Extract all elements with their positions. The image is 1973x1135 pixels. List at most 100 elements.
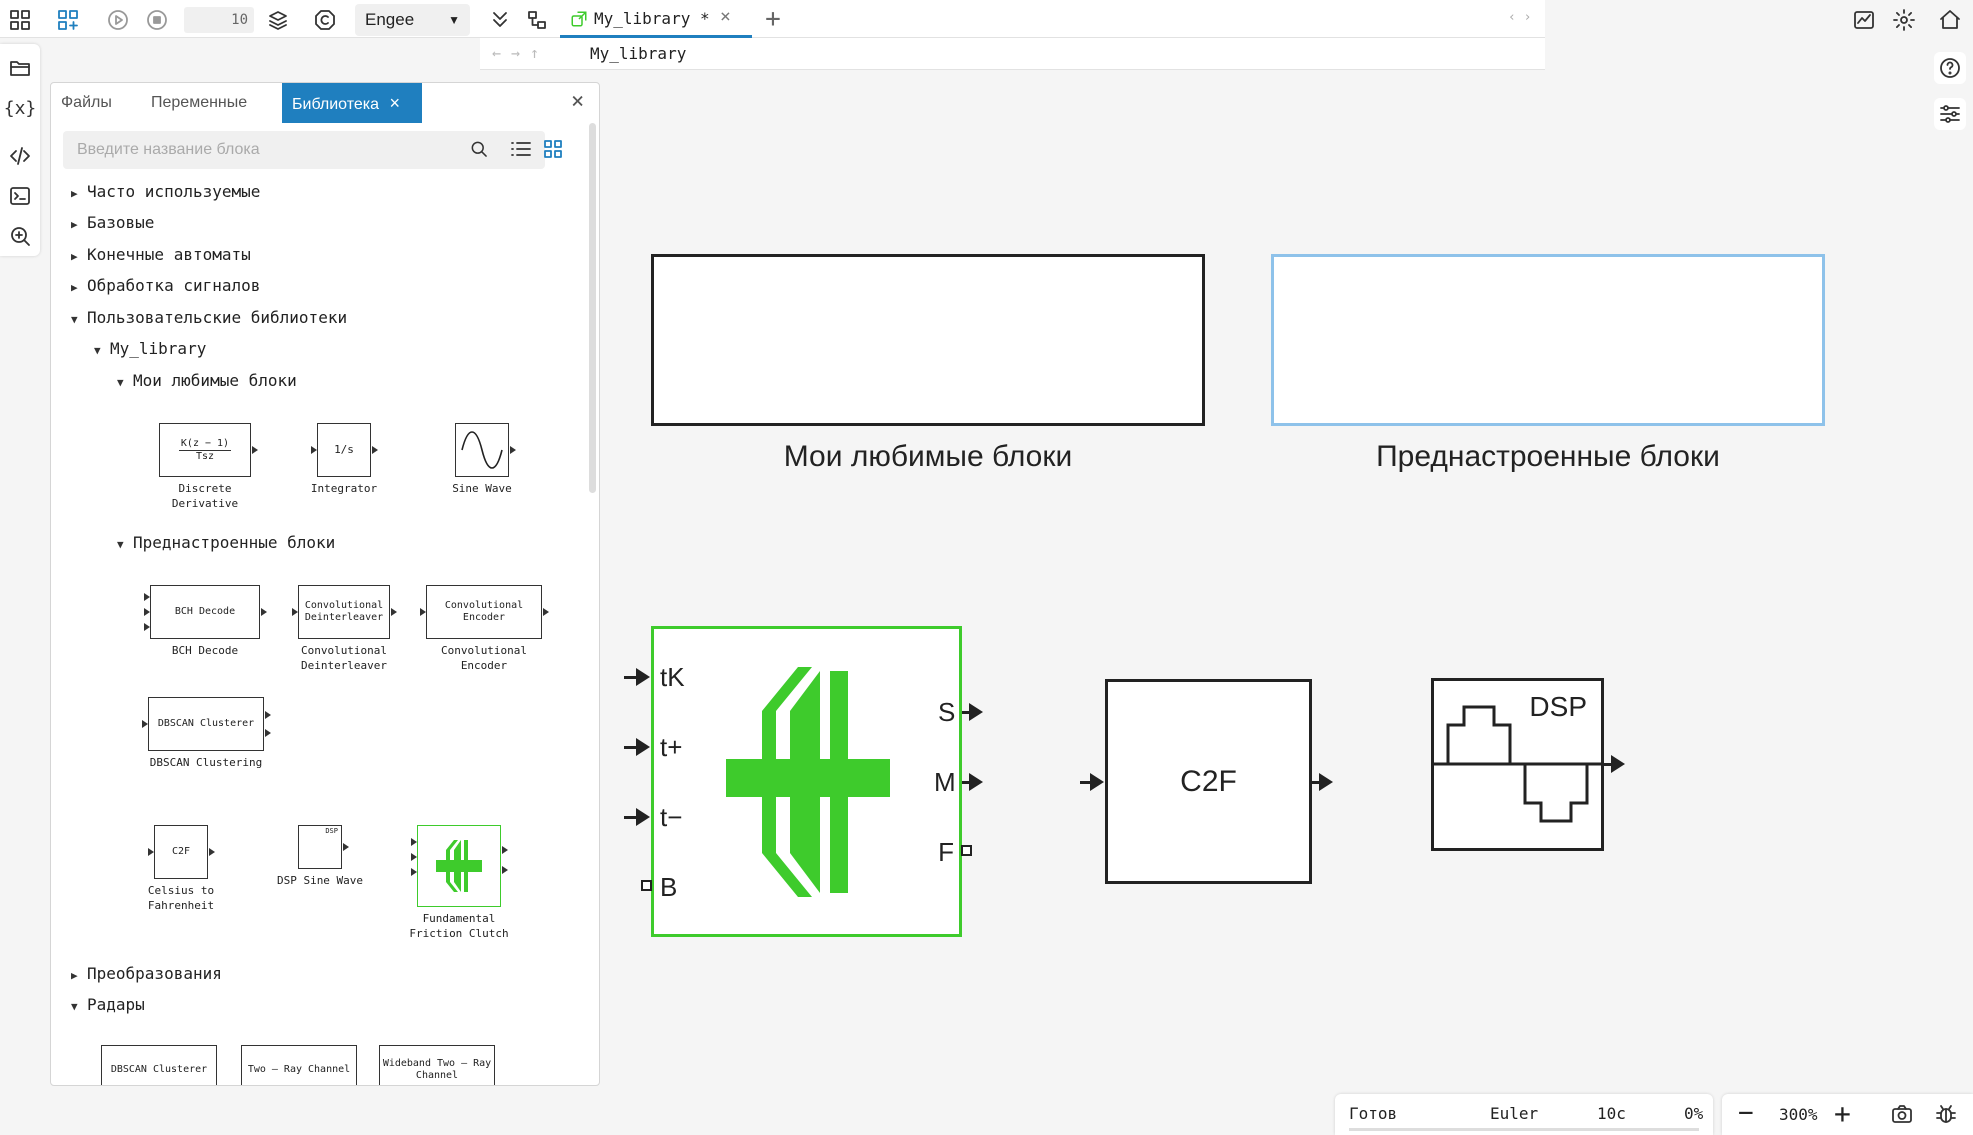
block-fundamental-friction-clutch[interactable]	[651, 626, 962, 937]
tree-label: Базовые	[87, 213, 155, 232]
subsystem-favorites[interactable]	[651, 254, 1205, 426]
home-icon[interactable]	[1934, 4, 1966, 36]
output-port-arrow[interactable]	[1319, 773, 1333, 791]
scrollbar[interactable]	[589, 123, 596, 493]
grid-view-icon[interactable]	[537, 133, 569, 165]
block-bch-decode[interactable]: BCH Decode	[150, 585, 260, 639]
tree-item-my-library[interactable]: ▼ My_library	[94, 339, 206, 358]
block-wideband[interactable]: Wideband Two – Ray Channel	[379, 1045, 495, 1085]
port-arrow	[252, 446, 258, 454]
tab-variables[interactable]: Переменные	[141, 83, 257, 123]
top-toolbar: 10 Engee ▼ My_library * × + ‹ › ←→↑ My_l…	[0, 0, 1915, 70]
codegen-icon[interactable]	[309, 4, 341, 36]
caret-right-icon: ▶	[71, 218, 78, 231]
terminal-icon[interactable]	[4, 180, 36, 212]
block-conv-deinterleaver[interactable]: Convolutional Deinterleaver	[298, 585, 390, 639]
tab-library[interactable]: Библиотека ×	[282, 83, 422, 123]
step-input[interactable]: 10	[184, 7, 254, 33]
collapse-icon[interactable]	[484, 4, 516, 36]
tree-label: My_library	[110, 339, 207, 358]
run-icon[interactable]	[102, 4, 134, 36]
status-solver: Euler	[1490, 1104, 1539, 1123]
block-caption: Convolutional Deinterleaver	[300, 644, 388, 672]
variables-icon[interactable]: {x}	[4, 92, 37, 124]
close-panel-icon[interactable]: ×	[571, 89, 584, 114]
block-two-ray[interactable]: Two – Ray Channel	[241, 1045, 357, 1085]
gear-icon[interactable]	[1888, 4, 1920, 36]
block-dbscan[interactable]: DBSCAN Clusterer	[148, 697, 264, 751]
port-arrow	[372, 446, 378, 454]
hierarchy-icon[interactable]	[522, 4, 554, 36]
zoom-search-icon[interactable]	[4, 220, 36, 252]
tree-item-basic[interactable]: ▶ Базовые	[71, 213, 154, 232]
subsystem-preset[interactable]	[1271, 254, 1825, 426]
tab-title: My_library *	[594, 9, 710, 28]
block-dsp-sine[interactable]: DSP	[298, 825, 342, 869]
port-label: M	[934, 767, 956, 797]
port-arrow	[510, 446, 516, 454]
status-time: 10с	[1597, 1104, 1626, 1123]
tree-item-user-libs[interactable]: ▼ Пользовательские библиотеки	[71, 308, 347, 327]
bug-icon[interactable]	[1930, 1098, 1962, 1130]
search-icon[interactable]	[463, 133, 495, 165]
layers-icon[interactable]	[262, 4, 294, 36]
subsystem-label: Мои любимые блоки	[783, 440, 1073, 473]
tree-item-favorites[interactable]: ▼ Мои любимые блоки	[117, 371, 297, 390]
code-icon[interactable]	[4, 140, 36, 172]
engine-select[interactable]: Engee ▼	[355, 4, 470, 36]
camera-icon[interactable]	[1886, 1098, 1918, 1130]
caret-right-icon: ▶	[71, 250, 78, 263]
zoom-in-icon[interactable]: +	[1834, 1097, 1851, 1130]
block-caption: Celsius to Fahrenheit	[147, 884, 215, 912]
block-sine-wave[interactable]	[455, 423, 509, 477]
input-port-arrow[interactable]	[1090, 773, 1104, 791]
block-friction-clutch[interactable]	[417, 825, 501, 907]
tree-item-fsm[interactable]: ▶ Конечные автоматы	[71, 245, 251, 264]
block-integrator[interactable]: 1/s	[317, 423, 371, 477]
tree-item-transforms[interactable]: ▶ Преобразования	[71, 964, 222, 983]
nav-arrows-icon[interactable]: ←→↑	[492, 44, 549, 62]
tree-item-frequent[interactable]: ▶ Часто используемые	[71, 182, 260, 201]
port-arrow	[209, 848, 215, 856]
block-discrete-derivative[interactable]: K(z − 1) Tsz	[159, 423, 251, 477]
port-arrow	[144, 623, 150, 631]
close-icon[interactable]: ×	[389, 93, 400, 113]
tab-my-library[interactable]: My_library * ×	[560, 0, 752, 38]
model-canvas[interactable]: Мои любимые блоки Преднастроенные блоки …	[600, 40, 1973, 1090]
tree-item-radars[interactable]: ▼ Радары	[71, 995, 145, 1014]
block-c2f[interactable]: C2F	[1105, 679, 1312, 884]
zoom-bar: − 300% +	[1722, 1094, 1973, 1135]
block-c2f[interactable]: C2F	[154, 825, 208, 879]
block-conv-encoder[interactable]: Convolutional Encoder	[426, 585, 542, 639]
conserving-port[interactable]	[641, 880, 652, 891]
tree-label: Преобразования	[87, 964, 222, 983]
scroll-tabs-icon[interactable]: ‹ ›	[1508, 10, 1531, 25]
output-port-arrow[interactable]	[1611, 755, 1625, 773]
tree-item-preset[interactable]: ▼ Преднастроенные блоки	[117, 533, 335, 552]
list-view-icon[interactable]	[505, 133, 537, 165]
block-caption: DBSCAN Clustering	[149, 756, 263, 769]
add-tab-icon[interactable]: +	[758, 4, 788, 34]
stop-icon[interactable]	[141, 4, 173, 36]
output-port-arrow[interactable]	[969, 703, 983, 721]
close-icon[interactable]: ×	[720, 6, 731, 27]
input-port-arrow[interactable]	[636, 738, 650, 756]
block-caption: Fundamental Friction Clutch	[409, 912, 509, 940]
block-radar-dbscan[interactable]: DBSCAN Clusterer	[101, 1045, 217, 1085]
tab-files[interactable]: Файлы	[51, 83, 122, 123]
tree-item-signal[interactable]: ▶ Обработка сигналов	[71, 276, 260, 295]
input-port-arrow[interactable]	[636, 668, 650, 686]
folder-icon[interactable]	[4, 52, 36, 84]
input-port-arrow[interactable]	[636, 808, 650, 826]
output-port-arrow[interactable]	[969, 773, 983, 791]
zoom-level[interactable]: 300%	[1779, 1105, 1818, 1124]
port-arrow	[144, 608, 150, 616]
caret-down-icon: ▼	[117, 538, 124, 551]
port-label: B	[660, 872, 678, 902]
apps-icon[interactable]	[4, 4, 36, 36]
conserving-port[interactable]	[961, 845, 972, 856]
chart-icon[interactable]	[1848, 4, 1880, 36]
zoom-out-icon[interactable]: −	[1738, 1098, 1754, 1128]
block-library-icon[interactable]	[52, 4, 84, 36]
block-dsp-sine-wave[interactable]: DSP	[1431, 678, 1604, 851]
